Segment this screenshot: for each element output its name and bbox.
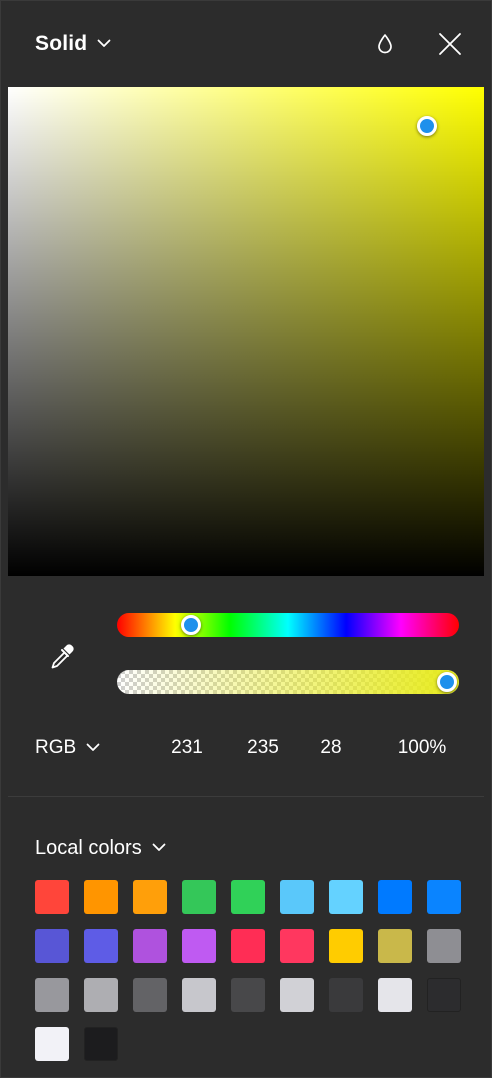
color-format-dropdown[interactable]: RGB [35, 734, 100, 762]
color-swatch[interactable] [427, 929, 461, 963]
color-handle[interactable] [417, 116, 437, 136]
color-swatch[interactable] [35, 1027, 69, 1061]
saturation-brightness-area[interactable] [8, 87, 484, 576]
color-library-dropdown[interactable]: Local colors [35, 834, 166, 862]
color-swatch[interactable] [378, 929, 412, 963]
hue-slider-handle[interactable] [181, 615, 201, 635]
drop-icon[interactable] [370, 29, 400, 59]
fill-type-dropdown[interactable]: Solid [35, 29, 111, 59]
color-swatch[interactable] [133, 929, 167, 963]
brightness-overlay [8, 87, 484, 576]
color-swatch[interactable] [427, 880, 461, 914]
color-library-label: Local colors [35, 836, 142, 859]
color-format-label: RGB [35, 737, 77, 758]
opacity-slider[interactable] [117, 670, 459, 694]
color-swatch[interactable] [84, 1027, 118, 1061]
color-swatch[interactable] [231, 929, 265, 963]
color-swatch[interactable] [378, 978, 412, 1012]
color-swatch[interactable] [231, 978, 265, 1012]
chevron-down-icon [152, 839, 166, 857]
color-swatch[interactable] [84, 978, 118, 1012]
opacity-value-input[interactable]: 100% [387, 734, 457, 762]
red-value-input[interactable]: 231 [163, 734, 211, 762]
color-swatch[interactable] [133, 978, 167, 1012]
eyedropper-icon[interactable] [45, 639, 79, 673]
color-swatch[interactable] [329, 929, 363, 963]
color-swatch[interactable] [35, 978, 69, 1012]
color-swatch[interactable] [378, 880, 412, 914]
green-value-input[interactable]: 235 [239, 734, 287, 762]
chevron-down-icon [97, 35, 111, 53]
blue-value-input[interactable]: 28 [311, 734, 351, 762]
color-picker-panel: Solid RGB 231 235 28 100% Local colors [0, 0, 492, 1078]
color-swatch[interactable] [280, 978, 314, 1012]
chevron-down-icon [86, 739, 100, 757]
color-swatch[interactable] [182, 978, 216, 1012]
color-swatch[interactable] [35, 929, 69, 963]
hue-slider[interactable] [117, 613, 459, 637]
section-divider [8, 796, 484, 797]
color-swatch[interactable] [84, 880, 118, 914]
color-swatch[interactable] [182, 929, 216, 963]
color-swatch[interactable] [329, 978, 363, 1012]
fill-type-label: Solid [35, 32, 88, 55]
picker-header: Solid [1, 1, 491, 87]
color-swatch[interactable] [280, 929, 314, 963]
color-swatch[interactable] [231, 880, 265, 914]
color-swatch[interactable] [84, 929, 118, 963]
color-swatch[interactable] [35, 880, 69, 914]
color-swatch[interactable] [427, 978, 461, 1012]
color-swatch[interactable] [280, 880, 314, 914]
opacity-gradient [117, 670, 459, 694]
color-swatch[interactable] [133, 880, 167, 914]
color-swatch[interactable] [182, 880, 216, 914]
color-swatch[interactable] [329, 880, 363, 914]
close-icon[interactable] [435, 29, 465, 59]
opacity-slider-handle[interactable] [437, 672, 457, 692]
